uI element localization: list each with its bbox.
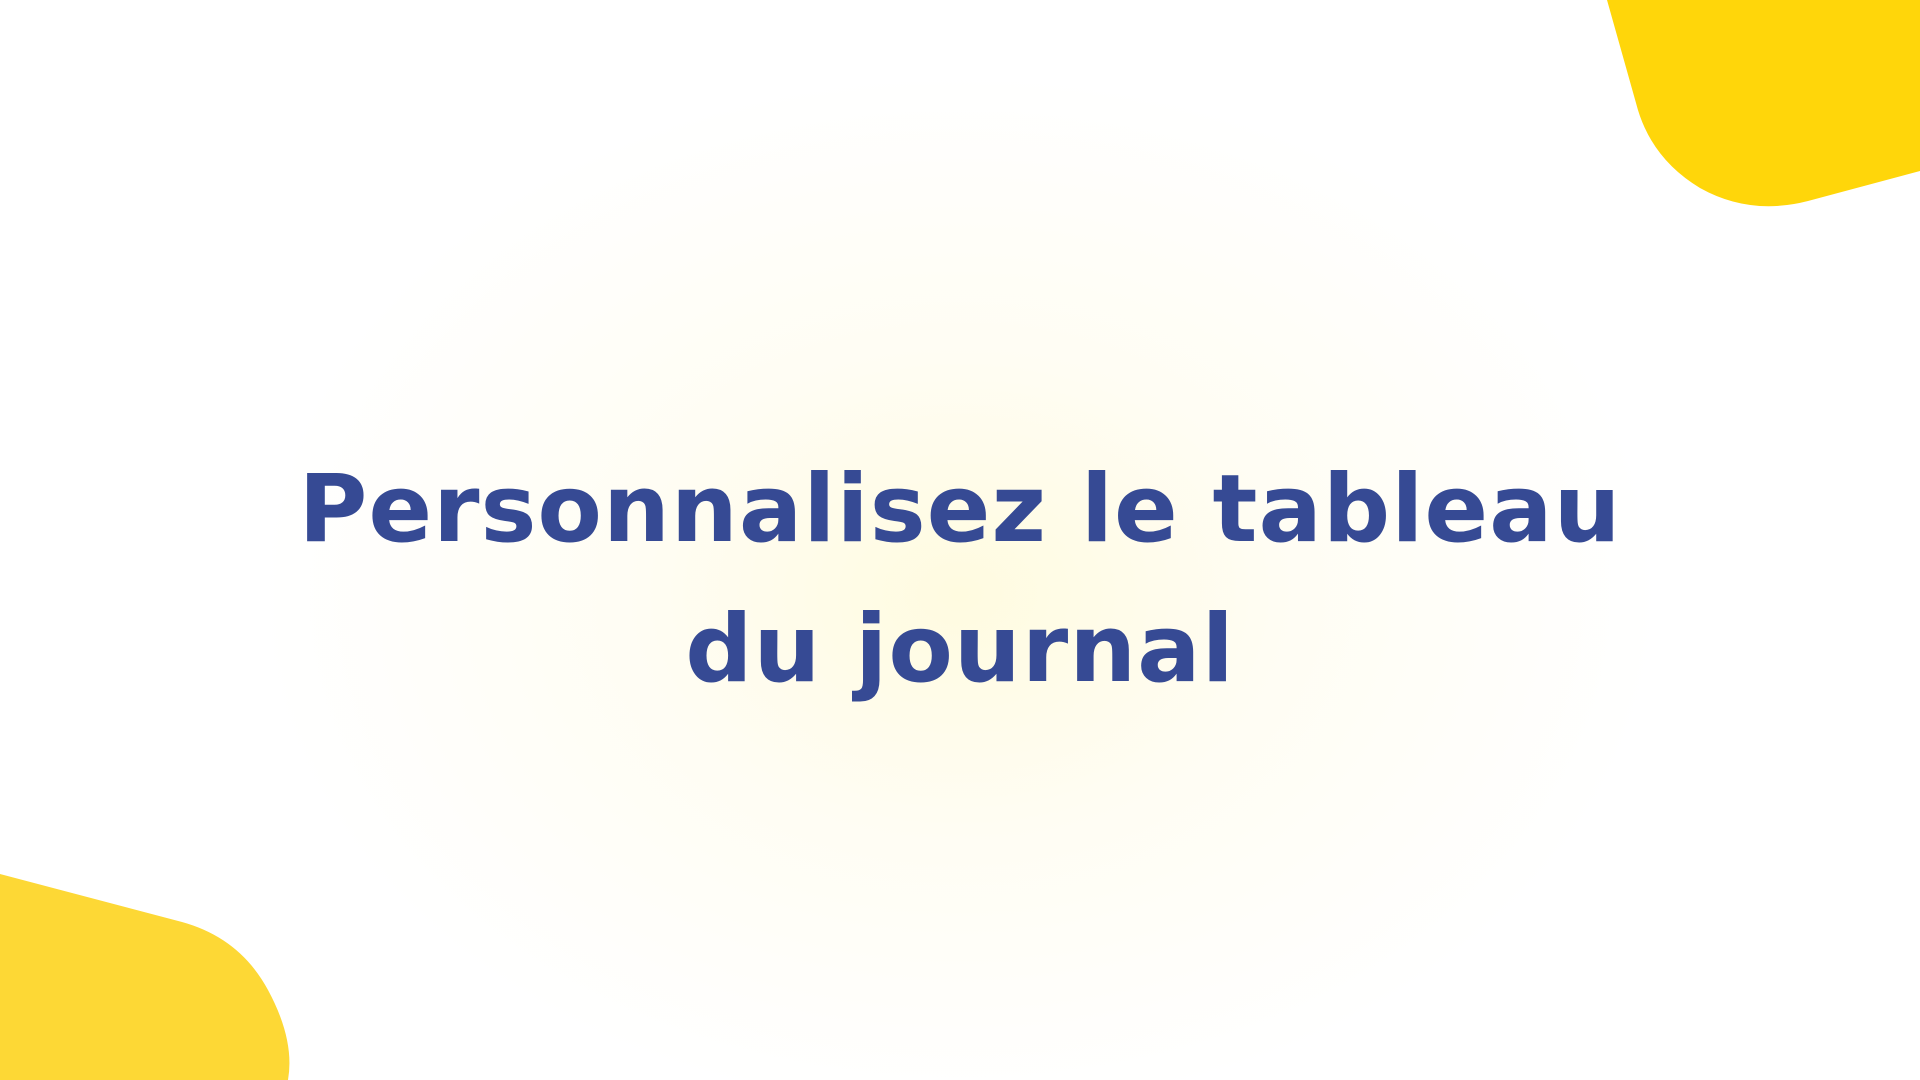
slide: Personnalisez le tableau du journal — [0, 0, 1920, 1080]
title-container: Personnalisez le tableau du journal — [260, 440, 1660, 720]
bottom-left-yellow-shape — [0, 874, 290, 1080]
slide-title: Personnalisez le tableau du journal — [298, 455, 1622, 704]
top-right-yellow-shape — [1607, 0, 1920, 207]
